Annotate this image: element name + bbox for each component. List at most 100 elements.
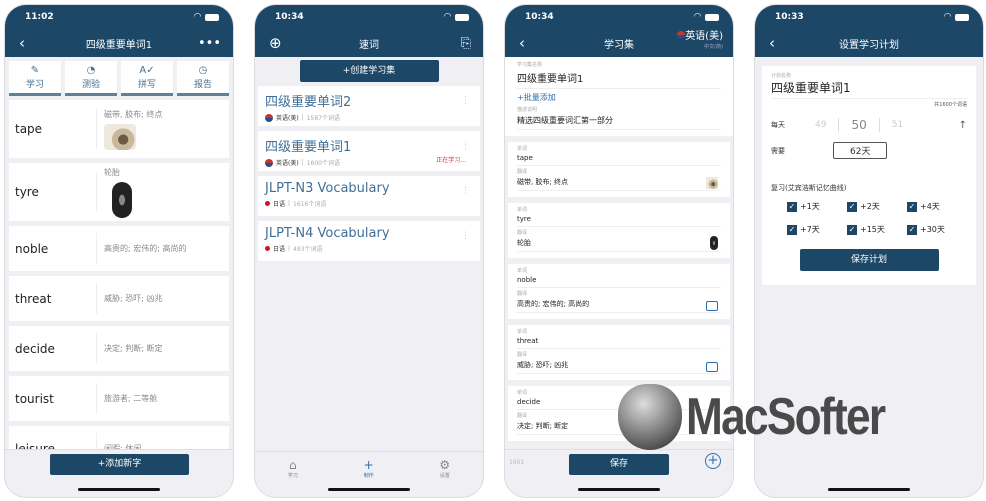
tyre-thumbnail[interactable] [710,236,718,250]
add-word-button[interactable]: +添加新字 [50,454,189,475]
tool-report[interactable]: ◷ 报告 [177,61,229,96]
need-label: 需要 [771,146,785,155]
battery-icon [705,13,719,21]
list-item[interactable]: JLPT-N4 Vocabulary 日语 | 493个词语 ⋮ [258,221,480,261]
definition-label: 翻译 [517,230,528,236]
spell-check-icon: A✓ [139,65,155,76]
plan-name-label: 计划名称 [771,73,792,79]
plan-name-input[interactable]: 四级重要单词1 [771,79,967,99]
list-item[interactable]: threat 威胁; 恐吓; 凶兆 [9,276,229,321]
tab-settings[interactable]: ⚙ 设置 [439,458,450,497]
wifi-icon: ◠ [194,12,201,22]
back-icon[interactable]: ‹ [519,34,525,52]
picker-selected[interactable]: 50 [851,118,866,132]
tool-study[interactable]: ✎ 学习 [9,61,61,96]
tyre-image [112,181,132,218]
language-selector[interactable]: 英语(美) 中文(简) [677,31,723,52]
more-vertical-icon[interactable]: ⋮ [461,232,470,241]
batch-add-link[interactable]: +批量添加 [517,92,721,103]
status-bar: 11:02 ◠ [5,5,233,29]
list-item[interactable]: decide 决定; 判断; 断定 [9,326,229,371]
checkbox-label: +4天 [920,202,940,211]
definition-text: 决定; 判断; 断定 [104,344,163,353]
globe-icon[interactable]: ⊕ [269,34,282,52]
list-item[interactable]: 四级重要单词2 英语(美) | 1587个词语 ⋮ [258,86,480,126]
status-time: 11:02 [25,12,54,22]
status-badge: 正在学习... [436,157,466,164]
review-checkbox[interactable]: ✓ +30天 [907,224,967,235]
more-icon[interactable]: ••• [198,36,221,51]
definition-input[interactable]: 轮胎 [517,236,721,252]
definition-label: 翻译 [517,169,528,175]
tool-quiz[interactable]: ◔ 测验 [65,61,117,96]
more-vertical-icon[interactable]: ⋮ [461,187,470,196]
home-indicator [78,488,160,491]
wifi-icon: ◠ [694,12,701,22]
tab-study[interactable]: ⌂ 学习 [288,458,298,497]
mode-toolbar: ✎ 学习 ◔ 测验 A✓ 拼写 ◷ 报告 [5,57,233,100]
arrow-up-icon[interactable]: ↑ [959,120,967,131]
tab-create[interactable]: + 制作 [364,458,374,497]
definition-label: 翻译 [517,352,528,358]
word-card: 单词 noble 翻译 高贵的; 宏伟的; 高尚的 [508,264,730,319]
review-checkbox[interactable]: ✓ +4天 [907,201,967,212]
checkbox-label: +1天 [800,202,820,211]
word-text: decide [9,332,97,365]
add-image-icon[interactable] [706,362,718,372]
list-item[interactable]: tourist 旅游者; 二等舱 [9,376,229,421]
set-language: 日语 [273,201,286,208]
description-label: 描述说明 [517,107,538,113]
word-text: tape [9,108,97,150]
review-checkbox[interactable]: ✓ +7天 [787,224,847,235]
definition-input[interactable]: 威胁; 恐吓; 凶兆 [517,358,721,374]
definition-input[interactable]: 磁带, 胶布; 终点 [517,175,721,191]
list-item[interactable]: tyre 轮胎 [9,163,229,221]
definition-input[interactable]: 高贵的; 宏伟的; 高尚的 [517,297,721,313]
header: 10:33 ◠ ‹ 设置学习计划 [755,5,983,57]
word-count: 1601 [509,459,525,466]
save-button[interactable]: 保存 [569,454,669,475]
more-vertical-icon[interactable]: ⋮ [461,142,470,151]
set-count: 1616个词语 [293,201,327,208]
more-vertical-icon[interactable]: ⋮ [461,97,470,106]
checkbox-label: +7天 [800,225,820,234]
word-input[interactable]: noble [517,274,721,288]
list-item[interactable]: 四级重要单词1 英语(美) | 1600个词语 ⋮ 正在学习... [258,131,480,171]
add-image-icon[interactable] [706,301,718,311]
review-checkbox[interactable]: ✓ +1天 [787,201,847,212]
tool-spell[interactable]: A✓ 拼写 [121,61,173,96]
per-day-picker[interactable]: 49 50 51 [815,118,903,132]
picker-next[interactable]: 51 [892,120,903,130]
word-input[interactable]: tyre [517,213,721,227]
status-time: 10:34 [525,12,554,22]
us-flag-icon [265,158,273,167]
tape-thumbnail[interactable] [706,177,718,189]
word-text: tourist [9,382,97,415]
home-icon: ⌂ [289,458,297,472]
description-input[interactable]: 精选四级重要词汇第一部分 [517,113,721,130]
definition-text: 高贵的; 宏伟的; 高尚的 [104,244,187,253]
need-row: 需要 62天 [771,142,967,159]
set-count: 1600个词语 [306,160,340,167]
picker-prev[interactable]: 49 [815,120,826,130]
list-item[interactable]: JLPT-N3 Vocabulary 日语 | 1616个词语 ⋮ [258,176,480,216]
checkmark-icon: ✓ [787,201,797,212]
list-item[interactable]: tape 磁带, 胶布; 终点 [9,100,229,158]
page-title: 速词 [359,39,379,51]
import-icon[interactable]: ⎘ [461,36,471,51]
list-item[interactable]: noble 高贵的; 宏伟的; 高尚的 [9,226,229,271]
back-icon[interactable]: ‹ [19,34,25,52]
word-card: 单词 threat 翻译 威胁; 恐吓; 凶兆 [508,325,730,380]
create-set-button[interactable]: +创建学习集 [299,60,439,82]
save-plan-button[interactable]: 保存计划 [799,249,939,271]
review-checkbox[interactable]: ✓ +15天 [847,224,907,235]
review-checkbox[interactable]: ✓ +2天 [847,201,907,212]
add-card-icon[interactable]: + [705,453,721,469]
target-language: 中文(简) [704,44,723,50]
status-bar: 10:34 ◠ [255,5,483,29]
watermark-text: MacSofter [686,388,886,446]
word-input[interactable]: threat [517,335,721,349]
set-name-input[interactable]: 四级重要单词1 [517,68,721,89]
word-input[interactable]: tape [517,152,721,166]
back-icon[interactable]: ‹ [769,34,775,52]
